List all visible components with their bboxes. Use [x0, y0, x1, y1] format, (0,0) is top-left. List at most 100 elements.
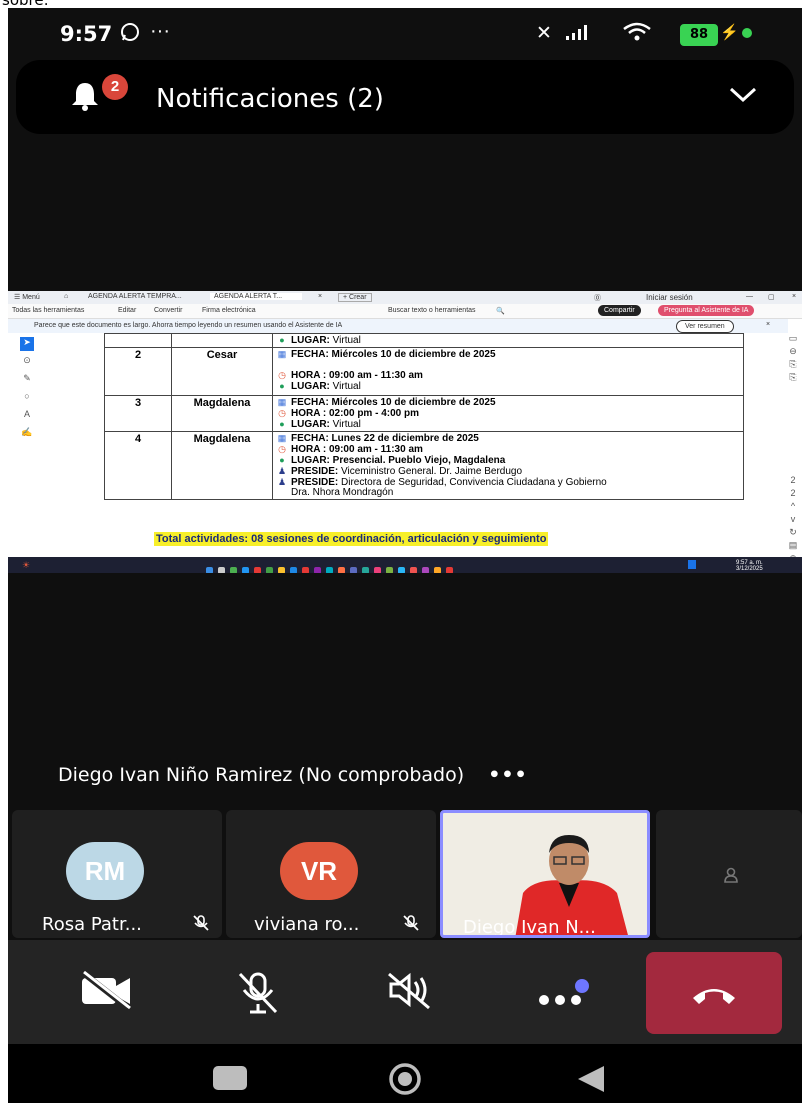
help-icon: ⓪ — [594, 295, 601, 302]
participant-video-tile[interactable]: Diego Ivan N... — [440, 810, 650, 938]
clock-icon: ◷ — [278, 408, 286, 418]
recents-button[interactable] — [213, 1066, 247, 1090]
table-row: 4 Magdalena ▦ FECHA: Lunes 22 de diciembr… — [104, 431, 744, 500]
shared-screen: ☰ Menú ⌂ AGENDA ALERTA TEMPRA... AGENDA … — [8, 291, 802, 573]
notification-count-badge: 2 — [102, 74, 128, 100]
calendar-icon: ▦ — [277, 349, 287, 359]
phone-screen: 9:57 ··· ✕ 88 ⚡ 2 Notificaciones (2) ☰ M… — [8, 8, 802, 1103]
pen-tool-icon: ✎ — [23, 373, 31, 383]
browser-tab-bar: ☰ Menú ⌂ AGENDA ALERTA TEMPRA... AGENDA … — [8, 291, 802, 304]
text-tool-icon: A — [23, 409, 30, 419]
table-row: 3 Magdalena ▦ FECHA: Miércoles 10 de dici… — [104, 395, 744, 432]
agenda-document: ● LUGAR: Virtual 2 Cesar ▦ FECHA: Miércole… — [104, 333, 744, 523]
end-call-button[interactable] — [646, 952, 782, 1034]
hang-up-icon — [693, 989, 735, 1004]
charging-icon: ⚡ — [720, 24, 739, 41]
globe-icon: ● — [279, 455, 285, 465]
participant-name: Diego Ivan N... — [463, 917, 596, 938]
comment-tool-icon: ⊙ — [23, 355, 31, 365]
maximize-icon: ▢ — [768, 294, 775, 301]
taskbar-clock: 9:57 a. m. 3/12/2025 — [736, 560, 763, 572]
ai-assistant-button: Pregunta al Asistente de IA — [658, 305, 755, 316]
mic-off-icon — [238, 972, 278, 1014]
more-options-icon[interactable]: ••• — [488, 764, 527, 786]
more-actions-button[interactable] — [532, 970, 592, 1020]
globe-icon: ● — [279, 419, 285, 429]
calendar-icon: ▦ — [277, 397, 287, 407]
taskbar-active-icon — [688, 560, 696, 569]
ai-notice-text: Parece que este documento es largo. Ahor… — [34, 322, 343, 329]
table-row: ● LUGAR: Virtual — [104, 333, 744, 348]
speaker-off-button[interactable] — [380, 970, 440, 1020]
microphone-off-button[interactable] — [228, 970, 288, 1020]
tab-close-icon: × — [318, 293, 323, 300]
shape-tool-icon: ○ — [24, 391, 30, 401]
back-button[interactable] — [574, 1062, 608, 1101]
weather-icon: ☀ — [22, 560, 31, 570]
chevron-down-icon[interactable] — [728, 78, 758, 112]
total-activities: Total actividades: 08 sesiones de coordi… — [154, 532, 549, 546]
participant-tile[interactable] — [656, 810, 802, 938]
speaker-off-icon — [388, 972, 430, 1010]
edit-menu: Editar — [118, 307, 137, 314]
battery-indicator: 88 — [680, 24, 718, 46]
participant-name: Rosa Patr... — [42, 914, 142, 935]
avatar: VR — [280, 842, 358, 900]
wifi-icon — [622, 22, 652, 48]
person-icon: ♟ — [277, 477, 287, 487]
new-tab-button: + Crear — [338, 293, 372, 302]
pdf-right-toolbar: ▭⊖⎘⎘22^v↻▤⊕⊖ — [788, 333, 798, 573]
android-nav-bar — [8, 1044, 802, 1103]
avatar: RM — [66, 842, 144, 900]
status-bar: 9:57 ··· ✕ 88 ⚡ — [8, 8, 802, 60]
calendar-icon: ▦ — [277, 433, 287, 443]
person-icon: ♟ — [277, 466, 287, 476]
signature-tool-icon: ✍ — [21, 427, 33, 437]
close-notice-icon: × — [766, 321, 771, 328]
browser-tab-2: AGENDA ALERTA T... — [210, 293, 303, 300]
mic-muted-icon — [402, 914, 420, 936]
notifications-title: Notificaciones (2) — [156, 84, 384, 114]
browser-menu: ☰ Menú — [14, 294, 40, 301]
view-summary-button: Ver resumen — [676, 320, 734, 333]
minimize-icon: — — [746, 293, 753, 300]
agenda-table: ● LUGAR: Virtual 2 Cesar ▦ FECHA: Miércole… — [104, 333, 744, 500]
status-time: 9:57 — [60, 22, 113, 46]
participant-tile[interactable]: VR viviana ro... — [226, 810, 436, 938]
mic-muted-icon — [192, 914, 210, 936]
mute-icon: ✕ — [536, 23, 552, 44]
cursor-tool-icon: ➤ — [20, 337, 34, 351]
esign-menu: Firma electrónica — [202, 307, 256, 314]
browser-tab-1: AGENDA ALERTA TEMPRA... — [88, 293, 182, 300]
participant-name: viviana ro... — [254, 914, 360, 935]
call-controls — [8, 940, 802, 1052]
person-icon — [722, 866, 740, 889]
signal-icon — [564, 24, 592, 46]
home-button[interactable] — [388, 1062, 422, 1101]
whatsapp-icon — [120, 22, 140, 48]
active-speaker-label[interactable]: Diego Ivan Niño Ramirez (No comprobado) … — [58, 764, 528, 786]
speaker-name: Diego Ivan Niño Ramirez (No comprobado) — [58, 764, 465, 786]
windows-taskbar: ☀ 9:57 a. m. 3/12/2025 — [8, 557, 802, 573]
more-dots-icon — [539, 979, 589, 1005]
close-window-icon: × — [792, 293, 797, 300]
bell-icon — [70, 80, 100, 120]
notifications-banner[interactable]: 2 Notificaciones (2) — [16, 60, 794, 134]
all-tools-menu: Todas las herramientas — [12, 307, 85, 314]
home-icon: ⌂ — [64, 293, 69, 300]
share-button: Compartir — [598, 305, 641, 316]
camera-off-button[interactable] — [76, 970, 136, 1020]
ai-summary-notice: Parece que este documento es largo. Ahor… — [8, 319, 788, 333]
taskbar-apps — [206, 561, 458, 573]
more-notifications-icon: ··· — [150, 20, 170, 42]
participant-tile[interactable]: RM Rosa Patr... — [12, 810, 222, 938]
pdf-search: Buscar texto o herramientas — [388, 307, 476, 314]
convert-menu: Convertir — [154, 307, 183, 314]
search-icon: 🔍 — [496, 308, 505, 315]
pdf-toolbar: Todas las herramientas Editar Convertir … — [8, 304, 802, 319]
camera-in-use-dot — [742, 28, 752, 38]
clock-icon: ◷ — [278, 444, 286, 454]
camera-off-icon — [80, 970, 131, 1010]
table-row: 2 Cesar ▦ FECHA: Miércoles 10 de diciembr… — [104, 347, 744, 396]
pdf-left-toolbar: ➤ ⊙ ✎ ○ A ✍ — [16, 333, 38, 437]
